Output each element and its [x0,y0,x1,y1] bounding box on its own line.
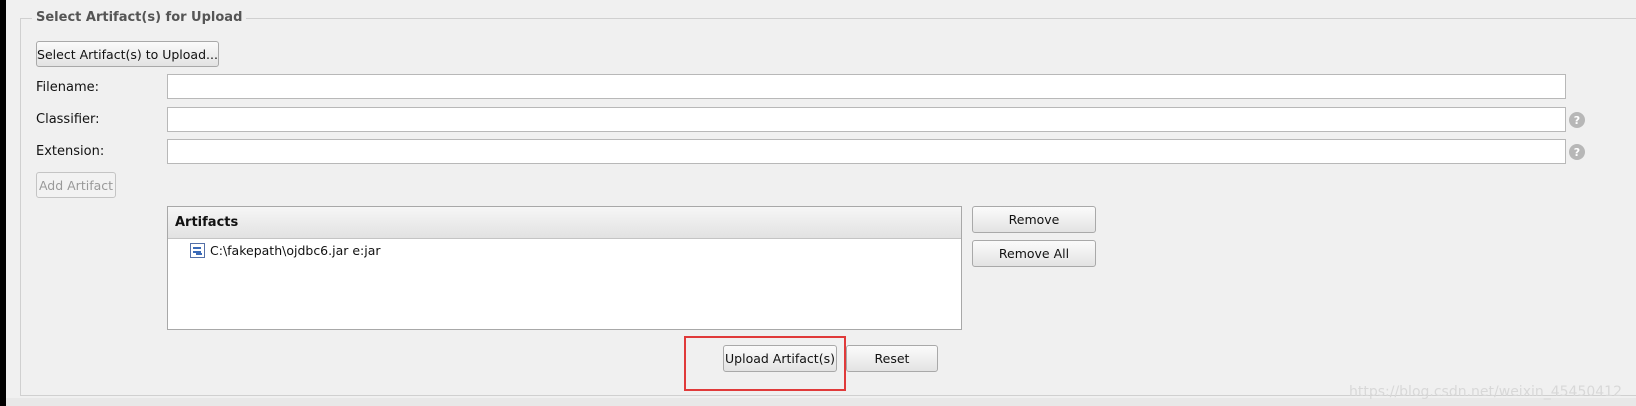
artifact-row[interactable]: C:\fakepath\ojdbc6.jar e:jar [168,239,961,261]
filename-input[interactable] [167,74,1566,99]
artifact-file-icon [190,242,205,258]
upload-artifacts-button[interactable]: Upload Artifact(s) [723,345,837,372]
artifacts-grid-header: Artifacts [168,207,961,239]
remove-all-button[interactable]: Remove All [972,240,1096,267]
artifact-row-text: C:\fakepath\ojdbc6.jar e:jar [210,242,381,258]
extension-label: Extension: [36,144,105,159]
classifier-help-icon[interactable]: ? [1569,112,1585,128]
classifier-input[interactable] [167,107,1566,132]
extension-input[interactable] [167,139,1566,164]
fieldset-legend: Select Artifact(s) for Upload [32,10,247,25]
remove-button[interactable]: Remove [972,206,1096,233]
artifacts-grid: Artifacts C:\fakepath\ojdbc6.jar e:jar [167,206,962,330]
filename-label: Filename: [36,80,100,95]
extension-help-icon[interactable]: ? [1569,144,1585,160]
reset-button[interactable]: Reset [846,345,938,372]
left-border-bar [0,0,6,406]
watermark-text: https://blog.csdn.net/weixin_45450412 [1348,384,1622,400]
add-artifact-button[interactable]: Add Artifact [36,172,116,198]
select-artifacts-button[interactable]: Select Artifact(s) to Upload... [36,41,219,67]
classifier-label: Classifier: [36,112,100,127]
